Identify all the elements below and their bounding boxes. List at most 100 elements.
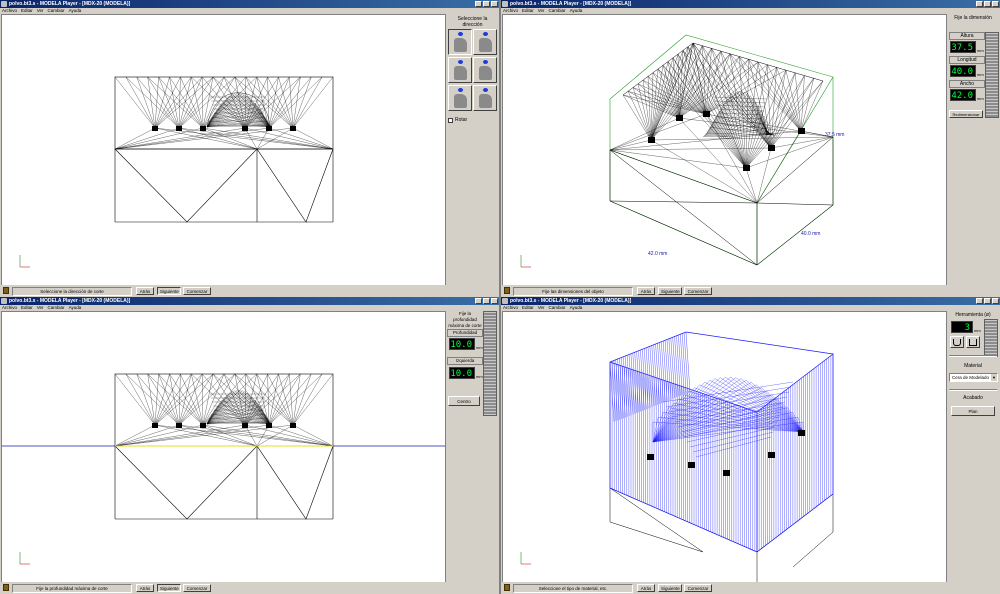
toolpath-view-viewport[interactable]: [502, 311, 947, 583]
minimize-button[interactable]: [976, 1, 983, 7]
material-select[interactable]: Cera de Modelado ▼: [949, 373, 998, 382]
title-bar[interactable]: polvo.bt3.s - MODELA Player - [MDX-20 (M…: [501, 297, 1000, 305]
toolpath-view-drawing: [520, 331, 834, 582]
maximize-button[interactable]: [483, 298, 490, 304]
axis-indicator: [520, 552, 531, 565]
start-button[interactable]: Comenzar: [684, 584, 712, 592]
direction-button-6[interactable]: [473, 85, 497, 111]
next-button[interactable]: Siguiente: [658, 584, 682, 592]
menu-ayuda[interactable]: Ayuda: [69, 305, 82, 310]
close-button[interactable]: [992, 1, 999, 7]
menu-archivo[interactable]: Archivo: [503, 8, 518, 13]
panel-heading: Fije la profundidad máxima de corte: [448, 311, 482, 328]
depth-view-viewport[interactable]: [1, 311, 446, 583]
separator: [949, 389, 997, 391]
menu-ver[interactable]: Ver: [538, 305, 545, 310]
menu-archivo[interactable]: Archivo: [503, 305, 518, 310]
close-button[interactable]: [491, 1, 498, 7]
rotate-checkbox[interactable]: [448, 118, 453, 123]
window-title: polvo.bt3.s - MODELA Player - [MDX-20 (M…: [510, 1, 632, 7]
window-bottom-right: polvo.bt3.s - MODELA Player - [MDX-20 (M…: [501, 297, 1000, 594]
front-view-drawing: [19, 76, 334, 268]
close-button[interactable]: [992, 298, 999, 304]
back-button[interactable]: Atrás: [637, 584, 655, 592]
next-button[interactable]: Siguiente: [157, 287, 181, 295]
resize-button[interactable]: Redimensionar: [949, 110, 983, 118]
status-text: Seleccione la dirección de corte: [12, 287, 132, 296]
maximize-button[interactable]: [483, 1, 490, 7]
panel-heading: Seleccione la dirección: [457, 16, 488, 28]
status-text: Fije la profundidad máxima de corte: [12, 584, 132, 593]
window-title: polvo.bt3.s - MODELA Player - [MDX-20 (M…: [9, 298, 131, 304]
maximize-button[interactable]: [984, 298, 991, 304]
menu-cambiar[interactable]: Cambiar: [549, 8, 566, 13]
back-button[interactable]: Atrás: [136, 584, 154, 592]
direction-button-5[interactable]: [448, 85, 472, 111]
iso-view-viewport[interactable]: 37.5 mm 40.0 mm 42.0 mm: [502, 14, 947, 286]
left-value[interactable]: 10.0: [449, 367, 475, 379]
window-top-right: polvo.bt3.s - MODELA Player - [MDX-20 (M…: [501, 0, 1000, 297]
length-label: Longitud: [949, 56, 985, 64]
status-icon: [3, 584, 9, 591]
depth-slider[interactable]: [483, 311, 497, 416]
menu-editar[interactable]: Editar: [21, 305, 33, 310]
menu-cambiar[interactable]: Cambiar: [48, 305, 65, 310]
menu-ayuda[interactable]: Ayuda: [570, 305, 583, 310]
next-button[interactable]: Siguiente: [658, 287, 682, 295]
height-unit: mm: [977, 48, 984, 53]
depth-value[interactable]: 10.0: [449, 338, 475, 350]
status-bar: Fije la profundidad máxima de corte Atrá…: [0, 582, 499, 594]
iso-view-drawing: 37.5 mm 40.0 mm 42.0 mm: [520, 34, 844, 268]
menu-archivo[interactable]: Archivo: [2, 8, 17, 13]
direction-button-3[interactable]: [448, 57, 472, 83]
height-value[interactable]: 37.5: [950, 41, 976, 53]
front-view-viewport[interactable]: [1, 14, 446, 286]
center-button[interactable]: Centro: [448, 396, 480, 406]
direction-button-2[interactable]: [473, 29, 497, 55]
maximize-button[interactable]: [984, 1, 991, 7]
menu-ver[interactable]: Ver: [37, 8, 44, 13]
chevron-down-icon[interactable]: ▼: [991, 374, 997, 381]
tool-slider[interactable]: [984, 319, 998, 357]
flat-end-tool-button[interactable]: [966, 336, 980, 348]
direction-button-4[interactable]: [473, 57, 497, 83]
height-annotation: 37.5 mm: [825, 132, 844, 138]
dimension-slider[interactable]: [985, 32, 999, 118]
next-button[interactable]: Siguiente: [157, 584, 181, 592]
menu-ver[interactable]: Ver: [37, 305, 44, 310]
title-bar[interactable]: polvo.bt3.s - MODELA Player - [MDX-20 (M…: [0, 297, 499, 305]
start-button[interactable]: Comenzar: [183, 584, 211, 592]
separator: [949, 355, 997, 357]
depth-unit: mm: [476, 345, 483, 350]
menu-archivo[interactable]: Archivo: [2, 305, 17, 310]
minimize-button[interactable]: [475, 1, 482, 7]
menu-ayuda[interactable]: Ayuda: [570, 8, 583, 13]
length-value[interactable]: 40.0: [950, 65, 976, 77]
status-icon: [504, 287, 510, 294]
start-button[interactable]: Comenzar: [684, 287, 712, 295]
direction-button-1[interactable]: [448, 29, 472, 55]
menu-editar[interactable]: Editar: [522, 8, 534, 13]
start-button[interactable]: Comenzar: [183, 287, 211, 295]
minimize-button[interactable]: [475, 298, 482, 304]
menu-editar[interactable]: Editar: [21, 8, 33, 13]
direction-panel: Seleccione la dirección Rotar: [446, 14, 499, 284]
width-value[interactable]: 42.0: [950, 89, 976, 101]
axis-indicator: [19, 255, 30, 268]
back-button[interactable]: Atrás: [136, 287, 154, 295]
close-button[interactable]: [491, 298, 498, 304]
depth-view-drawing: [2, 373, 445, 565]
back-button[interactable]: Atrás: [637, 287, 655, 295]
menu-ayuda[interactable]: Ayuda: [69, 8, 82, 13]
menu-editar[interactable]: Editar: [522, 305, 534, 310]
menu-cambiar[interactable]: Cambiar: [549, 305, 566, 310]
title-bar[interactable]: polvo.bt3.s - MODELA Player - [MDX-20 (M…: [501, 0, 1000, 8]
minimize-button[interactable]: [976, 298, 983, 304]
ball-end-tool-button[interactable]: [950, 336, 964, 348]
menu-ver[interactable]: Ver: [538, 8, 545, 13]
title-bar[interactable]: polvo.bt3.s - MODELA Player - [MDX-20 (M…: [0, 0, 499, 8]
panel-heading: Herramienta (ø): [955, 312, 991, 318]
finish-button[interactable]: Plan: [951, 406, 995, 416]
menu-cambiar[interactable]: Cambiar: [48, 8, 65, 13]
tool-diameter-value[interactable]: 3: [951, 321, 973, 333]
